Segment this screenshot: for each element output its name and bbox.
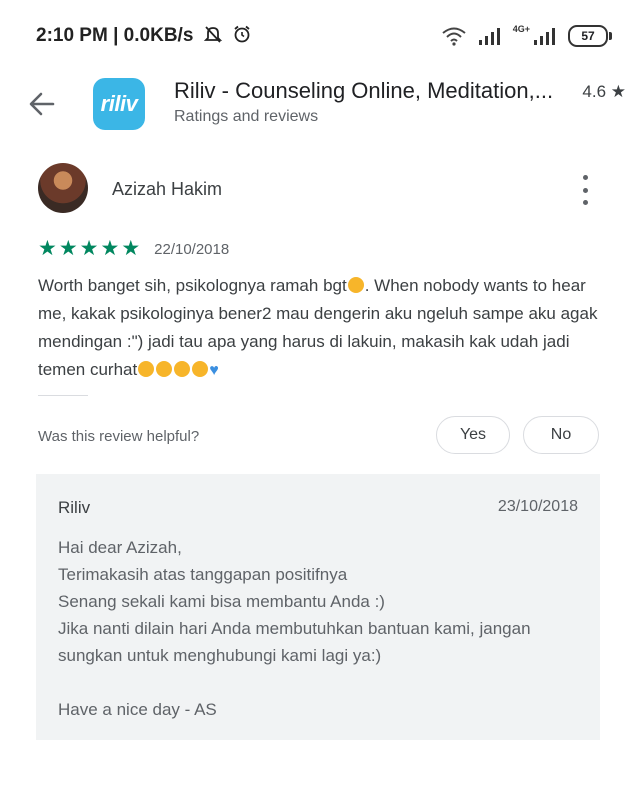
helpful-no-button[interactable]: No [523, 416, 599, 454]
signal-strength-icon [534, 28, 555, 45]
battery-icon: 57 [568, 25, 612, 47]
reply-date: 23/10/2018 [497, 498, 578, 515]
more-vert-icon [582, 187, 588, 193]
developer-reply: Riliv 23/10/2018 Hai dear Azizah, Terima… [36, 474, 600, 740]
network-type-label: 4G+ [512, 24, 530, 34]
status-bar: 2:10 PM | 0.0KB/s 4G+ 57 [0, 0, 644, 70]
avatar [38, 163, 88, 213]
app-bar: riliv Riliv - Counseling Online, Meditat… [0, 70, 644, 140]
divider [38, 395, 88, 396]
star-icon: ★ [79, 237, 99, 260]
review-text-part1: Worth banget sih, psikolognya ramah bgt [38, 276, 347, 295]
crying-face-emoji-icon [192, 361, 209, 377]
status-icons: 4G+ 57 [441, 24, 612, 48]
page-subtitle: Ratings and reviews [174, 108, 319, 125]
helpful-yes-button[interactable]: Yes [436, 416, 510, 454]
app-rating: 4.6 ★ [582, 82, 626, 101]
crying-face-emoji-icon [174, 361, 191, 377]
mute-notifications-icon [203, 26, 222, 43]
blue-heart-emoji-icon: ♥ [209, 362, 219, 379]
more-options-button[interactable] [572, 175, 598, 205]
review-text: Worth banget sih, psikolognya ramah bgt.… [38, 272, 604, 385]
rating-stars: ★ ★ ★ ★ ★ 22/10/2018 [38, 238, 229, 260]
alarm-clock-icon [234, 25, 250, 43]
star-icon: ★ [100, 237, 120, 260]
more-vert-icon [582, 200, 588, 205]
star-icon: ★ [58, 237, 78, 260]
status-time: 2:10 PM | 0.0KB/s [36, 24, 252, 47]
more-vert-icon [582, 175, 588, 180]
app-logo[interactable]: riliv [93, 78, 145, 130]
arrow-back-icon [29, 92, 55, 116]
crying-face-emoji-icon [347, 277, 364, 293]
reply-author: Riliv [58, 498, 91, 517]
star-icon: ★ [38, 237, 57, 260]
reviewer-name: Azizah Hakim [112, 179, 223, 199]
crying-face-emoji-icon [138, 361, 155, 377]
reply-text: Hai dear Azizah, Terimakasih atas tangga… [58, 538, 531, 719]
wifi-icon [442, 27, 466, 46]
star-icon: ★ [121, 237, 141, 260]
helpful-question: Was this review helpful? [38, 428, 200, 445]
crying-face-emoji-icon [156, 361, 173, 377]
signal-strength-icon [478, 28, 500, 45]
review-date: 22/10/2018 [154, 240, 230, 258]
back-button[interactable] [22, 84, 62, 124]
app-title: Riliv - Counseling Online, Meditation,..… [174, 78, 554, 103]
